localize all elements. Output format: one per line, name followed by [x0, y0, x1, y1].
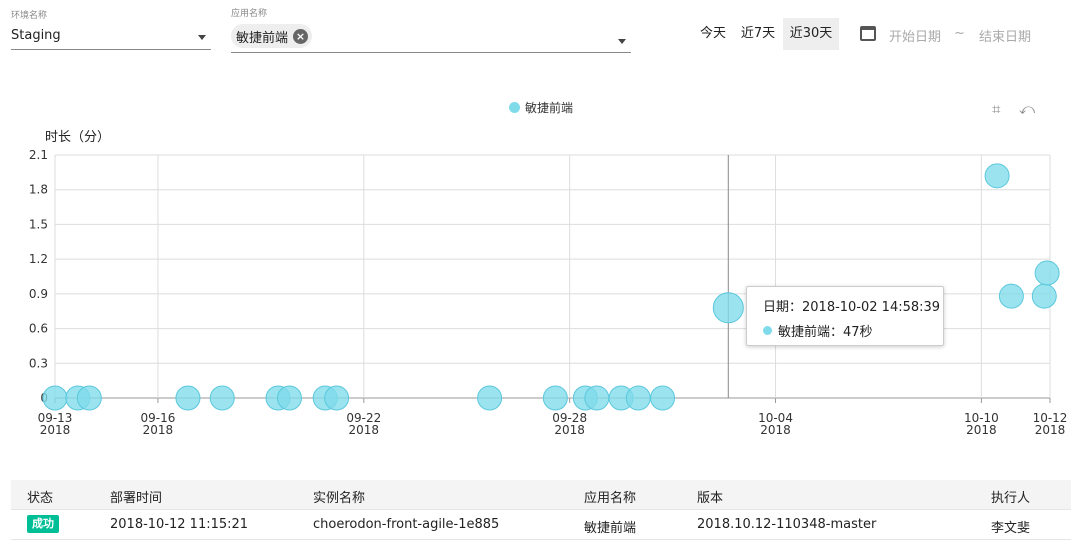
- tooltip-value: 敏捷前端：47秒: [778, 325, 873, 340]
- instance-name[interactable]: choerodon-front-agile-1e885: [313, 517, 499, 532]
- scatter-point: [42, 385, 68, 411]
- x-tick-label: 2018: [1035, 423, 1066, 437]
- scatter-point: [625, 385, 651, 411]
- scatter-point: [650, 385, 676, 411]
- scatter-point: [542, 385, 568, 411]
- tooltip-date: 日期：2018-10-02 14:58:39: [763, 300, 941, 315]
- y-tick-label: 1.5: [29, 217, 48, 231]
- x-tick-label: 2018: [349, 423, 380, 437]
- scatter-chart: 00.30.60.91.21.51.82.109-13201809-162018…: [29, 148, 1068, 437]
- th-version[interactable]: 版本: [697, 487, 723, 506]
- x-tick-label: 2018: [40, 423, 71, 437]
- scatter-point: [276, 385, 302, 411]
- x-tick-label: 2018: [143, 423, 174, 437]
- status-badge: 成功: [27, 515, 59, 533]
- tooltip-value-row: 敏捷前端：47秒: [763, 321, 943, 340]
- y-tick-label: 1.8: [29, 183, 48, 197]
- th-status[interactable]: 状态: [27, 487, 53, 506]
- scatter-point: [984, 163, 1010, 189]
- tooltip-marker: [763, 326, 772, 335]
- x-tick-label: 2018: [966, 423, 997, 437]
- scatter-point: [477, 385, 503, 411]
- th-instance[interactable]: 实例名称: [313, 487, 365, 506]
- scatter-point: [76, 385, 102, 411]
- app-name: 敏捷前端: [584, 521, 637, 536]
- scatter-point: [1031, 283, 1057, 309]
- y-tick-label: 0.6: [29, 322, 48, 336]
- th-time[interactable]: 部署时间: [110, 487, 162, 506]
- deploy-time: 2018-10-12 11:15:21: [110, 517, 249, 532]
- executor: 李文斐: [991, 521, 1031, 536]
- x-tick-label: 2018: [554, 423, 585, 437]
- y-tick-label: 0.9: [29, 287, 48, 301]
- chart-tooltip: 日期：2018-10-02 14:58:39 敏捷前端：47秒: [746, 286, 944, 346]
- y-tick-label: 1.2: [29, 252, 48, 266]
- scatter-point: [175, 385, 201, 411]
- scatter-point: [998, 283, 1024, 309]
- version: 2018.10.12-110348-master: [697, 517, 877, 532]
- scatter-point: [324, 385, 350, 411]
- table-row[interactable]: 成功 2018-10-12 11:15:21 choerodon-front-a…: [11, 510, 1071, 540]
- y-tick-label: 0.3: [29, 356, 48, 370]
- y-tick-label: 2.1: [29, 148, 48, 162]
- scatter-point: [1034, 260, 1060, 286]
- x-tick-label: 2018: [760, 423, 791, 437]
- th-executor[interactable]: 执行人: [991, 487, 1030, 506]
- scatter-point: [584, 385, 610, 411]
- scatter-point: [209, 385, 235, 411]
- th-app[interactable]: 应用名称: [584, 487, 636, 506]
- scatter-point: [712, 292, 744, 324]
- table-header: 状态 部署时间 实例名称 应用名称 版本 执行人: [11, 480, 1071, 510]
